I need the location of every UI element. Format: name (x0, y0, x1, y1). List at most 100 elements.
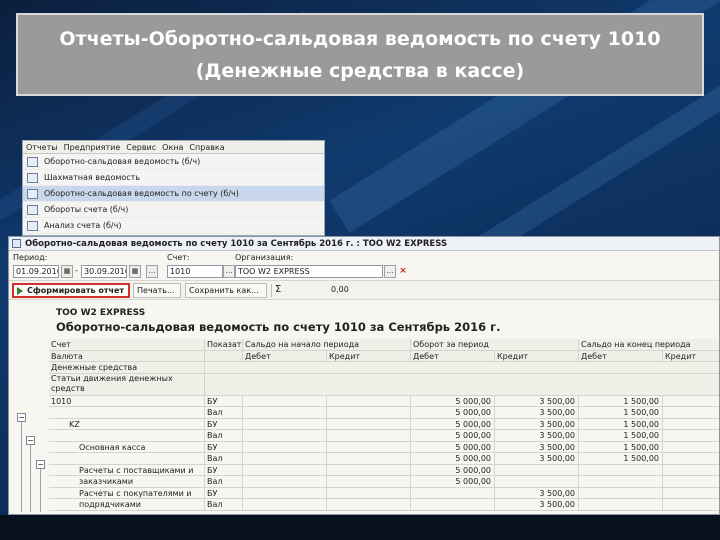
menu-item-osv[interactable]: Оборотно-сальдовая ведомость (б/ч) (23, 154, 324, 170)
menu-enterprise[interactable]: Предприятие (64, 143, 121, 152)
table-cell-c1 (243, 395, 327, 406)
table-cell-account: подрядчиками (49, 499, 205, 510)
menu-reports[interactable]: Отчеты (26, 143, 58, 152)
menu-item-osv-account[interactable]: Оборотно-сальдовая ведомость по счету (б… (23, 186, 324, 202)
slide-title-box: Отчеты-Оборотно-сальдовая ведомость по с… (16, 13, 704, 96)
header-currency: Валюта (49, 350, 205, 361)
table-cell-c4 (495, 464, 579, 475)
table-cell-account: Расчеты с поставщиками и (49, 464, 205, 475)
table-cell-c5: 1 500,00 (579, 418, 663, 429)
table-row[interactable]: Расчеты с покупателями и БУ 3 500,00 (49, 487, 719, 499)
menu-item-label: Оборотно-сальдовая ведомость (б/ч) (44, 157, 201, 166)
menu-help[interactable]: Справка (189, 143, 224, 152)
menu-service[interactable]: Сервис (126, 143, 156, 152)
table-cell-c6 (663, 465, 719, 476)
clear-icon[interactable]: × (397, 265, 409, 278)
date-to-field[interactable]: 30.09.2016 (81, 265, 127, 278)
table-header-row: Статьи движения денежных средств (49, 373, 719, 396)
table-cell-c4: 3 500,00 (495, 407, 579, 418)
table-row[interactable]: 1010 БУ 5 000,00 3 500,00 1 500,00 (49, 395, 719, 407)
menu-item-label: Обороты счета (б/ч) (44, 205, 129, 214)
calendar-icon[interactable]: ▦ (129, 265, 141, 278)
date-from-field[interactable]: 01.09.2016 (13, 265, 59, 278)
table-cell-c4: 3 500,00 (495, 453, 579, 464)
save-as-button[interactable]: Сохранить как... (185, 283, 267, 298)
menu-item-chess[interactable]: Шахматная ведомость (23, 170, 324, 186)
table-cell-ind: Вал (205, 476, 243, 487)
table-cell-account: 1010 (49, 395, 205, 406)
select-org-button[interactable]: … (384, 265, 396, 278)
organization-field[interactable]: ТОО W2 EXPRESS (235, 265, 383, 278)
table-cell-c1 (243, 407, 327, 418)
table-row[interactable]: Вал 5 000,00 3 500,00 1 500,00 (49, 453, 719, 465)
header-debit: Дебет (243, 350, 327, 361)
select-account-button[interactable]: … (223, 265, 235, 278)
menu-item-analysis[interactable]: Анализ счета (б/ч) (23, 218, 324, 234)
tree-controls: − − − (17, 413, 49, 513)
table-cell-ind: Вал (205, 453, 243, 464)
generate-report-button[interactable]: Сформировать отчет (12, 283, 130, 298)
play-icon (17, 286, 23, 295)
header-debit: Дебет (579, 350, 663, 361)
table-row[interactable]: Основная касса БУ 5 000,00 3 500,00 1 500,00 (49, 441, 719, 453)
save-label: Сохранить как... (189, 286, 259, 295)
table-cell-c4: 3 500,00 (495, 487, 579, 498)
table-cell-c3: 5 000,00 (411, 464, 495, 475)
table-row[interactable]: Вал 5 000,00 3 500,00 1 500,00 (49, 407, 719, 419)
table-cell-c3: 5 000,00 (411, 430, 495, 441)
header-cash: Денежные средства (49, 362, 205, 373)
header-credit: Кредит (663, 351, 719, 362)
print-button[interactable]: Печать... (133, 283, 181, 298)
table-cell-c4: 3 500,00 (495, 395, 579, 406)
select-period-button[interactable]: … (146, 265, 158, 278)
table-row[interactable]: Расчеты с поставщиками и БУ 5 000,00 (49, 464, 719, 476)
table-header-row: Счет Показатели Сальдо на начало периода… (49, 339, 719, 351)
table-cell-c2 (327, 476, 411, 487)
account-field[interactable]: 1010 (167, 265, 223, 278)
collapse-toggle[interactable]: − (36, 460, 45, 469)
report-icon (27, 220, 38, 231)
table-cell-ind: БУ (205, 441, 243, 452)
table-cell-c1 (243, 464, 327, 475)
table-row[interactable]: подрядчиками Вал 3 500,00 (49, 499, 719, 511)
report-title: Оборотно-сальдовая ведомость по счету 10… (56, 320, 501, 334)
report-table: Счет Показатели Сальдо на начало периода… (49, 339, 719, 511)
menu-item-label: Оборотно-сальдовая ведомость по счету (б… (44, 189, 239, 198)
org-label: Организация: (235, 253, 294, 262)
table-cell-ind: Вал (205, 430, 243, 441)
table-cell-c1 (243, 487, 327, 498)
menu-windows[interactable]: Окна (162, 143, 183, 152)
table-cell-c4: 3 500,00 (495, 499, 579, 510)
table-cell-c3: 5 000,00 (411, 441, 495, 452)
header-credit: Кредит (327, 350, 411, 361)
table-row[interactable]: KZ БУ 5 000,00 3 500,00 1 500,00 (49, 418, 719, 430)
print-label: Печать... (137, 286, 175, 295)
table-cell-c2 (327, 453, 411, 464)
tree-line (30, 445, 31, 512)
account-label: Счет: (167, 253, 190, 262)
table-cell-c1 (243, 453, 327, 464)
generate-label: Сформировать отчет (27, 286, 125, 295)
table-cell-account (49, 407, 205, 418)
window-icon (12, 239, 21, 248)
calendar-icon[interactable]: ▦ (61, 265, 73, 278)
table-cell-c4: 3 500,00 (495, 418, 579, 429)
table-header-row: Денежные средства (49, 362, 719, 374)
table-cell-c2 (327, 407, 411, 418)
table-cell-c4: 3 500,00 (495, 441, 579, 452)
table-row[interactable]: Вал 5 000,00 3 500,00 1 500,00 (49, 430, 719, 442)
table-cell-c6 (663, 419, 719, 430)
table-cell-ind: Вал (205, 499, 243, 510)
menu-screenshot: Отчеты Предприятие Сервис Окна Справка О… (22, 140, 325, 236)
table-cell-c3 (411, 487, 495, 498)
collapse-toggle[interactable]: − (17, 413, 26, 422)
table-cell-c6 (663, 430, 719, 441)
header-account: Счет (49, 339, 205, 350)
table-cell-c5: 1 500,00 (579, 453, 663, 464)
period-label: Период: (13, 253, 48, 262)
table-row[interactable]: заказчиками Вал 5 000,00 (49, 476, 719, 488)
collapse-toggle[interactable]: − (26, 436, 35, 445)
table-cell-c2 (327, 464, 411, 475)
header-cashflow-items: Статьи движения денежных средств (49, 373, 205, 395)
menu-item-turnover[interactable]: Обороты счета (б/ч) (23, 202, 324, 218)
